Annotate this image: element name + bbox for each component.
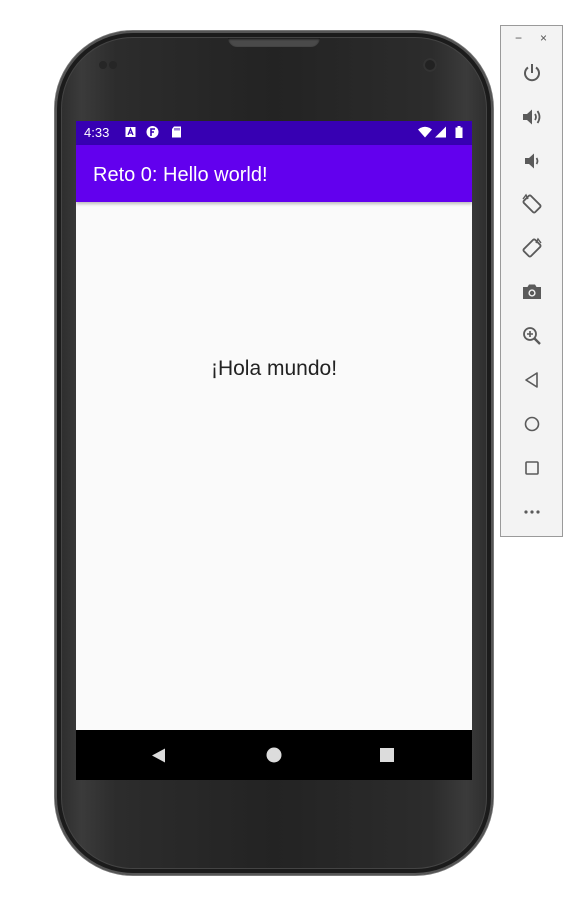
back-icon[interactable] [151,748,166,763]
rotate-left-button[interactable] [516,188,548,220]
app-title: Reto 0: Hello world! [93,164,268,186]
proximity-sensor [99,61,107,69]
minimize-button[interactable]: − [515,31,522,45]
navigation-bar [76,730,472,780]
camera-icon [523,284,541,299]
overview-square-icon [525,461,539,475]
rotate-right-icon [522,237,542,258]
more-dots-icon [524,510,540,514]
volume-down-button[interactable] [516,145,548,177]
notification-a-icon [125,127,136,137]
sd-card-icon [172,126,181,138]
home-icon[interactable] [266,747,282,763]
power-icon [524,64,540,82]
recents-icon[interactable] [380,748,394,762]
status-bar: 4:33 [76,121,472,145]
earpiece-speaker [228,38,320,47]
home-button[interactable] [516,408,548,440]
power-button[interactable] [516,57,548,89]
zoom-button[interactable] [516,320,548,352]
home-circle-icon [524,416,540,432]
zoom-icon [523,327,541,345]
hello-text: ¡Hola mundo! [210,357,338,380]
close-button[interactable]: × [540,31,547,45]
device-screen[interactable]: 4:33 Reto 0: Hello world! ¡Hola mundo! [76,121,472,780]
overview-button[interactable] [516,452,548,484]
notification-f-icon [146,126,159,138]
front-camera [423,58,437,72]
back-button[interactable] [516,364,548,396]
wifi-icon [418,126,432,138]
screenshot-button[interactable] [516,276,548,308]
app-bar: Reto 0: Hello world! [76,145,472,202]
signal-icon [435,126,446,138]
volume-down-icon [525,153,539,169]
volume-up-button[interactable] [516,101,548,133]
more-button[interactable] [516,496,548,528]
emulator-toolbar: − × [500,25,563,537]
battery-icon [455,126,463,138]
volume-up-icon [523,109,541,125]
back-triangle-icon [525,372,538,388]
rotate-left-icon [522,193,542,214]
status-time: 4:33 [84,125,110,140]
rotate-right-button[interactable] [516,232,548,264]
